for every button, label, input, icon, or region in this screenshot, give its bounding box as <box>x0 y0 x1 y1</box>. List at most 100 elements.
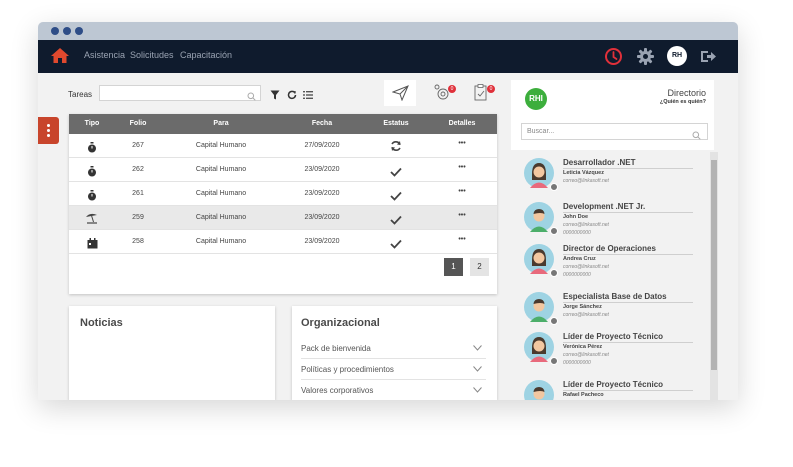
details-button[interactable]: ••• <box>437 140 487 147</box>
window-dot-maximize[interactable] <box>75 27 83 35</box>
tareas-search-input[interactable] <box>99 85 261 101</box>
window-dot-close[interactable] <box>51 27 59 35</box>
accordion-label: Pack de bienvenida <box>301 344 371 353</box>
top-navbar: Asistencia Solicitudes Capacitación RH <box>38 40 738 73</box>
directory-person[interactable]: Desarrollador .NET Leticia Vázquez corre… <box>511 156 706 202</box>
directory-search-input[interactable]: Buscar... <box>521 123 708 140</box>
gear-icon[interactable] <box>636 47 655 71</box>
male-avatar-icon <box>524 202 554 232</box>
list-icon[interactable] <box>303 87 313 105</box>
clock-icon[interactable] <box>604 47 623 71</box>
table-row[interactable]: 267 Capital Humano 27/09/2020 ••• <box>69 134 497 158</box>
scrollbar-thumb[interactable] <box>711 160 717 370</box>
search-icon <box>247 88 256 106</box>
cell-para: Capital Humano <box>195 142 247 149</box>
person-email[interactable]: correo@linkasoft.net <box>563 222 609 228</box>
person-email[interactable]: correo@linkasoft.net <box>563 312 609 318</box>
cell-para: Capital Humano <box>195 214 247 221</box>
col-header-estatus[interactable]: Estatus <box>371 120 421 127</box>
tareas-label: Tareas <box>68 90 93 99</box>
chevron-down-icon <box>473 345 482 351</box>
send-button[interactable] <box>384 80 416 106</box>
details-button[interactable]: ••• <box>437 164 487 171</box>
table-row[interactable]: 258 Capital Humano 23/09/2020 ••• <box>69 230 497 254</box>
app-window: Asistencia Solicitudes Capacitación RH T… <box>38 22 738 400</box>
person-email[interactable]: correo@linkasoft.net <box>563 264 609 270</box>
person-name: John Doe <box>563 214 589 220</box>
page-button-2[interactable]: 2 <box>470 258 489 276</box>
person-email[interactable]: correo@linkasoft.net <box>563 352 609 358</box>
status-dot <box>550 317 558 325</box>
nav-link-asistencia[interactable]: Asistencia <box>84 50 125 60</box>
col-header-detalles[interactable]: Detalles <box>437 120 487 127</box>
col-header-fecha[interactable]: Fecha <box>287 120 357 127</box>
directory-scrollbar[interactable] <box>710 152 718 400</box>
kebab-dot <box>47 124 50 127</box>
refresh-icon[interactable] <box>287 87 297 105</box>
organizacional-card: Organizacional Pack de bienvenida Políti… <box>292 306 497 400</box>
home-icon[interactable] <box>50 47 70 69</box>
notification-badge: 0 <box>487 85 495 93</box>
side-menu-toggle[interactable] <box>38 117 59 144</box>
col-header-folio[interactable]: Folio <box>119 120 157 127</box>
stopwatch-icon <box>87 140 97 158</box>
company-logo: RHI <box>525 88 547 110</box>
male-avatar-icon <box>524 292 554 322</box>
table-row[interactable]: 259 Capital Humano 23/09/2020 ••• <box>69 206 497 230</box>
accordion-item-valores[interactable]: Valores corporativos <box>301 380 486 400</box>
noticias-title: Noticias <box>80 317 123 329</box>
paper-plane-icon <box>391 85 409 106</box>
accordion-label: Políticas y procedimientos <box>301 365 394 374</box>
cell-folio: 258 <box>132 238 144 245</box>
status-dot <box>550 269 558 277</box>
directory-person[interactable]: Director de Operaciones Andrea Cruz corr… <box>511 242 706 288</box>
filter-icon[interactable] <box>270 87 280 105</box>
table-row[interactable]: 261 Capital Humano 23/09/2020 ••• <box>69 182 497 206</box>
person-name: Jorge Sánchez <box>563 304 602 310</box>
person-phone: 0000000000 <box>563 272 591 278</box>
directory-person[interactable]: Líder de Proyecto Técnico Rafael Pacheco <box>511 378 706 400</box>
cell-fecha: 27/09/2020 <box>304 142 340 149</box>
chevron-down-icon <box>473 366 482 372</box>
cell-fecha: 23/09/2020 <box>304 166 340 173</box>
female-avatar-icon <box>524 158 554 188</box>
person-phone: 0000000000 <box>563 230 591 236</box>
person-role: Director de Operaciones <box>563 244 693 255</box>
kebab-dot <box>47 129 50 132</box>
person-role: Especialista Base de Datos <box>563 292 693 303</box>
directory-title: Directorio <box>667 88 706 98</box>
directory-person[interactable]: Development .NET Jr. John Doe correo@lin… <box>511 200 706 246</box>
table-row[interactable]: 262 Capital Humano 23/09/2020 ••• <box>69 158 497 182</box>
user-avatar[interactable]: RH <box>667 46 687 66</box>
cell-folio: 259 <box>132 214 144 221</box>
page-button-1[interactable]: 1 <box>444 258 463 276</box>
nav-link-solicitudes[interactable]: Solicitudes <box>130 50 174 60</box>
col-header-tipo[interactable]: Tipo <box>73 120 111 127</box>
cell-para: Capital Humano <box>195 190 247 197</box>
cell-fecha: 23/09/2020 <box>304 190 340 197</box>
person-name: Rafael Pacheco <box>563 392 604 398</box>
accordion-item-pack[interactable]: Pack de bienvenida <box>301 338 486 359</box>
person-role: Líder de Proyecto Técnico <box>563 332 693 343</box>
nav-link-capacitacion[interactable]: Capacitación <box>180 50 232 60</box>
status-dot <box>550 183 558 191</box>
directory-list[interactable]: Desarrollador .NET Leticia Vázquez corre… <box>511 152 719 400</box>
person-name: Verónica Pérez <box>563 344 603 350</box>
check-icon <box>390 164 402 182</box>
person-email[interactable]: correo@linkasoft.net <box>563 178 609 184</box>
details-button[interactable]: ••• <box>437 236 487 243</box>
details-button[interactable]: ••• <box>437 188 487 195</box>
directory-person[interactable]: Líder de Proyecto Técnico Verónica Pérez… <box>511 330 706 376</box>
cell-fecha: 23/09/2020 <box>304 214 340 221</box>
logout-icon[interactable] <box>699 47 718 71</box>
beach-umbrella-icon <box>85 211 99 229</box>
female-avatar-icon <box>524 332 554 362</box>
organizacional-title: Organizacional <box>301 317 380 329</box>
accordion-label: Valores corporativos <box>301 386 374 395</box>
cell-fecha: 23/09/2020 <box>304 238 340 245</box>
window-dot-minimize[interactable] <box>63 27 71 35</box>
details-button[interactable]: ••• <box>437 212 487 219</box>
col-header-para[interactable]: Para <box>181 120 261 127</box>
cell-folio: 262 <box>132 166 144 173</box>
accordion-item-politicas[interactable]: Políticas y procedimientos <box>301 359 486 380</box>
